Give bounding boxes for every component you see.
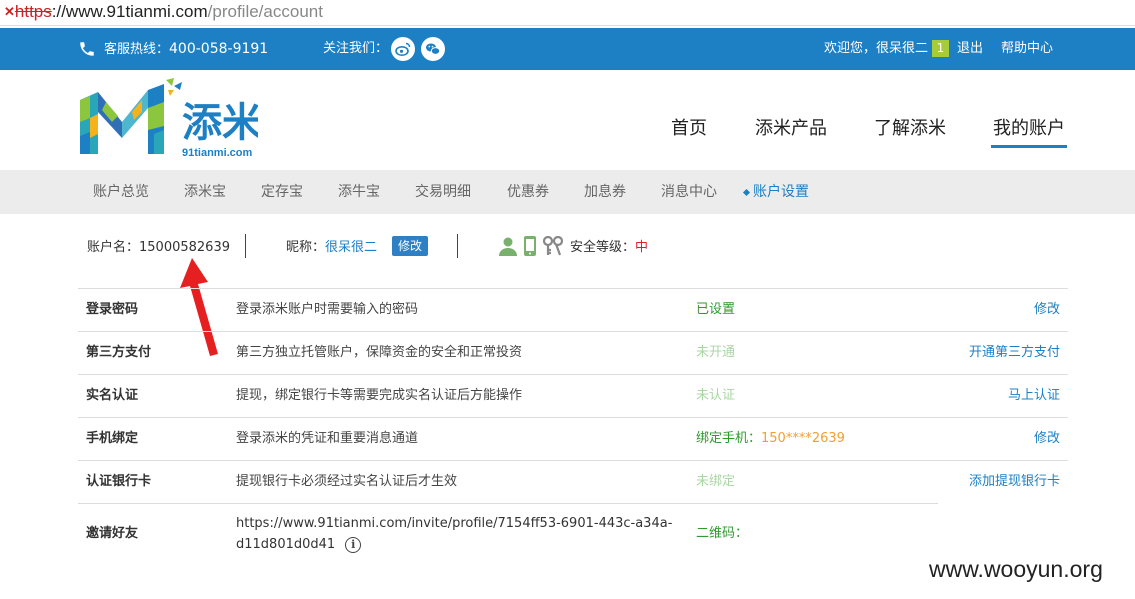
security-level: 安全等级：中 [570,236,648,255]
setting-status: 已设置 [696,302,736,317]
welcome-text: 欢迎您，很呆很二 [824,41,929,56]
subnav-interest-coupons[interactable]: 加息券 [584,170,626,214]
setting-name: 实名认证 [86,388,139,403]
account-nickname: 昵称：很呆很二 [286,236,377,255]
subnav-messages[interactable]: 消息中心 [661,170,717,214]
insecure-x-icon: ✕ [4,4,15,19]
setting-name: 认证银行卡 [86,474,152,489]
hotline: 客服热线：400-058-9191 [104,28,268,70]
nav-products[interactable]: 添米产品 [755,114,827,144]
sub-nav: 账户总览 添米宝 定存宝 添牛宝 交易明细 优惠券 加息券 消息中心 账户设置 [0,170,1135,214]
phone-verified-icon [524,236,536,256]
nav-my-account[interactable]: 我的账户 [991,114,1067,148]
setting-desc: 第三方独立托管账户，保障资金的安全和正常投资 [236,345,523,360]
nickname-value: 很呆很二 [325,240,378,255]
setting-desc: 登录添米账户时需要输入的密码 [236,302,419,317]
setting-status: 未开通 [696,345,736,360]
phone-icon [80,42,94,56]
brand-domain: 91tianmi.com [182,147,253,158]
setting-name: 手机绑定 [86,431,139,446]
browser-url-bar[interactable]: ✕https://www.91tianmi.com/profile/accoun… [0,0,1135,26]
invite-url-line2: d11d801d0d41 [236,537,336,552]
security-label: 安全等级： [570,240,636,255]
url-scheme: https [14,2,52,21]
edit-nickname-button[interactable]: 修改 [392,236,428,256]
subnav-coupons[interactable]: 优惠券 [507,170,549,214]
divider [245,234,246,258]
setting-status: 未认证 [696,388,736,403]
subnav-transactions[interactable]: 交易明细 [415,170,471,214]
tianmi-logo[interactable]: 添米 91tianmi.com [78,78,258,158]
message-count-badge[interactable]: 1 [932,40,949,57]
table-row: 认证银行卡 提现银行卡必须经过实名认证后才生效 未绑定 添加提现银行卡 [78,460,1068,503]
table-row: 邀请好友 https://www.91tianmi.com/invite/pro… [78,503,1068,565]
weibo-icon[interactable] [391,37,415,61]
add-bank-card-link[interactable]: 添加提现银行卡 [969,460,1060,503]
help-center-link[interactable]: 帮助中心 [1001,28,1053,70]
brand-name: 添米 [182,100,258,146]
subnav-dingcunbao[interactable]: 定存宝 [261,170,303,214]
invite-url-line1: https://www.91tianmi.com/invite/profile/… [236,516,673,531]
verify-identity-link[interactable]: 马上认证 [1008,374,1060,417]
wechat-icon[interactable] [421,37,445,61]
qr-code-label: 二维码： [696,526,749,541]
follow-label: 关注我们： [323,41,389,56]
invite-link[interactable]: https://www.91tianmi.com/invite/profile/… [236,513,676,555]
setting-name: 邀请好友 [86,526,139,541]
setting-desc: 提现，绑定银行卡等需要完成实名认证后方能操作 [236,388,523,403]
table-row: 第三方支付 第三方独立托管账户，保障资金的安全和正常投资 未开通 开通第三方支付 [78,331,1068,374]
table-row: 手机绑定 登录添米的凭证和重要消息通道 绑定手机：150****2639 修改 [78,417,1068,460]
info-icon[interactable]: i [345,536,362,553]
account-info: 账户名：15000582639 昵称：很呆很二 修改 安全等级：中 [0,230,1135,260]
subnav-tianmibao[interactable]: 添米宝 [184,170,226,214]
keys-icon [542,236,564,256]
security-level-value: 中 [635,240,649,255]
bound-phone-label: 绑定手机： [696,431,762,446]
url-path: /profile/account [207,2,323,21]
nav-home[interactable]: 首页 [671,114,707,144]
watermark: www.wooyun.org [929,556,1103,582]
change-phone-link[interactable]: 修改 [1034,417,1060,460]
username-value: 15000582639 [139,240,230,255]
table-row: 登录密码 登录添米账户时需要输入的密码 已设置 修改 [78,288,1068,331]
nickname-label: 昵称： [286,240,326,255]
subnav-account-settings[interactable]: 账户设置 [753,170,809,214]
top-bar: 客服热线：400-058-9191 关注我们： 欢迎您，很呆很二 1 退出 帮助… [0,28,1135,70]
divider [457,234,458,258]
logout-link[interactable]: 退出 [957,28,983,70]
account-username: 账户名：15000582639 [87,236,230,255]
bound-phone-number: 150****2639 [761,431,845,446]
setting-desc: 提现银行卡必须经过实名认证后才生效 [236,474,458,489]
nav-about[interactable]: 了解添米 [874,114,946,144]
subnav-tianniubao[interactable]: 添牛宝 [338,170,380,214]
open-third-party-payment-link[interactable]: 开通第三方支付 [969,331,1060,374]
change-password-link[interactable]: 修改 [1034,288,1060,331]
url-host: ://www.91tianmi.com [51,2,208,21]
setting-status: 绑定手机：150****2639 [696,417,845,460]
setting-name: 第三方支付 [86,345,152,360]
hotline-label: 客服热线： [104,42,170,57]
setting-name: 登录密码 [86,302,139,317]
table-row: 实名认证 提现，绑定银行卡等需要完成实名认证后方能操作 未认证 马上认证 [78,374,1068,417]
subnav-overview[interactable]: 账户总览 [93,170,149,214]
hotline-number: 400-058-9191 [169,41,269,57]
username-label: 账户名： [87,240,140,255]
user-verified-icon [499,237,517,256]
setting-desc: 登录添米的凭证和重要消息通道 [236,431,419,446]
site-header: 添米 91tianmi.com 首页 添米产品 了解添米 我的账户 [0,70,1135,170]
setting-status: 未绑定 [696,474,736,489]
